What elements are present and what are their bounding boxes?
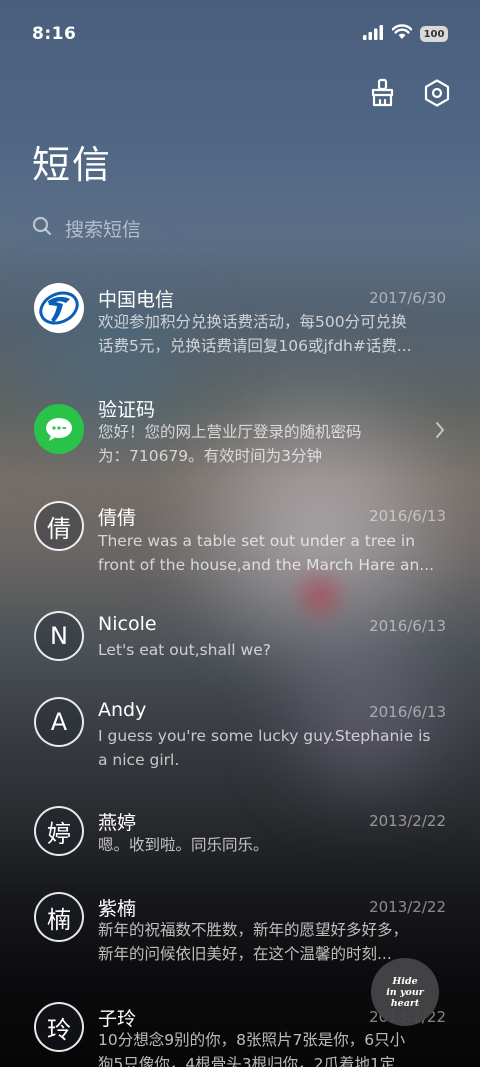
conversation-preview: 欢迎参加积分兑换话费活动，每500分可兑换 话费5元，兑换话费请回复106或jf… <box>98 310 446 358</box>
conversation-item[interactable]: 验证码 您好！您的网上营业厅登录的随机密码 为：710679。有效时间为3分钟 <box>0 380 480 488</box>
preview-line: 欢迎参加积分兑换话费活动，每500分可兑换 <box>98 313 407 331</box>
sms-chat-icon <box>34 404 84 454</box>
badge-line: Hide <box>392 975 418 987</box>
conversation-name: Nicole <box>98 613 157 635</box>
broom-icon[interactable] <box>366 76 400 110</box>
avatar: 楠 <box>34 892 84 942</box>
telecom-logo-icon <box>34 283 84 333</box>
conversation-date: 2016/6/13 <box>369 703 446 721</box>
conversation-preview: I guess you're some lucky guy.Stephanie … <box>98 724 446 772</box>
avatar: 婷 <box>34 806 84 856</box>
conversation-name: 燕婷 <box>98 812 137 834</box>
page-title: 短信 <box>32 143 113 187</box>
conversation-date: 2013/2/22 <box>369 898 446 916</box>
search-placeholder: 搜索短信 <box>65 218 142 241</box>
preview-line: 新年的祝福数不胜数，新年的愿望好多好多， <box>98 921 409 939</box>
conversation-item[interactable]: 倩 倩倩 2016/6/13 There was a table set out… <box>0 490 480 598</box>
preview-line: 10分想念9别的你，8张照片7张是你，6只小 <box>98 1031 406 1049</box>
conversation-date: 2016/6/13 <box>369 507 446 525</box>
wifi-icon <box>391 24 413 44</box>
conversation-date: 2013/2/22 <box>369 812 446 830</box>
conversation-preview: 10分想念9别的你，8张照片7张是你，6只小 狗5只像你，4根骨头3根归你，2爪… <box>98 1028 446 1067</box>
conversation-name: 验证码 <box>98 399 156 421</box>
preview-line: There was a table set out under a tree i… <box>98 532 416 550</box>
settings-hexagon-icon[interactable] <box>420 76 454 110</box>
chevron-right-icon <box>434 420 446 444</box>
badge-line: heart <box>390 997 420 1009</box>
preview-line: 您好！您的网上营业厅登录的随机密码 <box>98 423 362 441</box>
signal-icon <box>362 24 384 44</box>
conversation-preview: 嗯。收到啦。同乐同乐。 <box>98 833 446 857</box>
status-bar: 8:16 100 <box>0 0 480 68</box>
preview-line: 话费5元，兑换话费请回复106或jfdh#话费... <box>98 337 412 355</box>
search-input[interactable]: 搜索短信 <box>15 202 466 254</box>
preview-line: Let's eat out,shall we? <box>98 641 271 659</box>
status-indicators: 100 <box>362 24 448 44</box>
avatar: N <box>34 611 84 661</box>
conversation-preview: Let's eat out,shall we? <box>98 638 446 662</box>
battery-icon: 100 <box>420 26 448 42</box>
conversation-item[interactable]: A Andy 2016/6/13 I guess you're some luc… <box>0 686 480 794</box>
avatar: A <box>34 697 84 747</box>
conversation-preview: 您好！您的网上营业厅登录的随机密码 为：710679。有效时间为3分钟 <box>98 420 408 468</box>
conversation-date: 2016/6/13 <box>369 617 446 635</box>
conversation-item[interactable]: 婷 燕婷 2013/2/22 嗯。收到啦。同乐同乐。 <box>0 796 480 880</box>
conversation-name: 子玲 <box>98 1008 137 1030</box>
search-icon <box>31 215 53 241</box>
conversation-name: Andy <box>98 699 147 721</box>
conversation-item[interactable]: N Nicole 2016/6/13 Let's eat out,shall w… <box>0 600 480 684</box>
preview-line: front of the house,and the March Hare an… <box>98 556 435 574</box>
conversation-preview: There was a table set out under a tree i… <box>98 529 446 577</box>
conversation-name: 中国电信 <box>98 289 175 311</box>
conversation-date: 2017/6/30 <box>369 289 446 307</box>
preview-line: I guess you're some lucky guy.Stephanie … <box>98 727 431 745</box>
badge-line: in your <box>386 986 424 998</box>
status-time: 8:16 <box>32 24 77 44</box>
conversation-item[interactable]: 中国电信 2017/6/30 欢迎参加积分兑换话费活动，每500分可兑换 话费5… <box>0 270 480 378</box>
preview-line: 狗5只像你，4根骨头3根归你，2爪着地1定... <box>98 1055 411 1067</box>
avatar: 倩 <box>34 501 84 551</box>
floating-badge-button[interactable]: Hide in your heart <box>371 958 439 1026</box>
preview-line: 嗯。收到啦。同乐同乐。 <box>98 836 269 854</box>
avatar: 玲 <box>34 1002 84 1052</box>
preview-line: a nice girl. <box>98 751 180 769</box>
preview-line: 为：710679。有效时间为3分钟 <box>98 447 323 465</box>
conversation-name: 紫楠 <box>98 898 137 920</box>
conversation-name: 倩倩 <box>98 507 137 529</box>
header-actions <box>366 76 454 110</box>
